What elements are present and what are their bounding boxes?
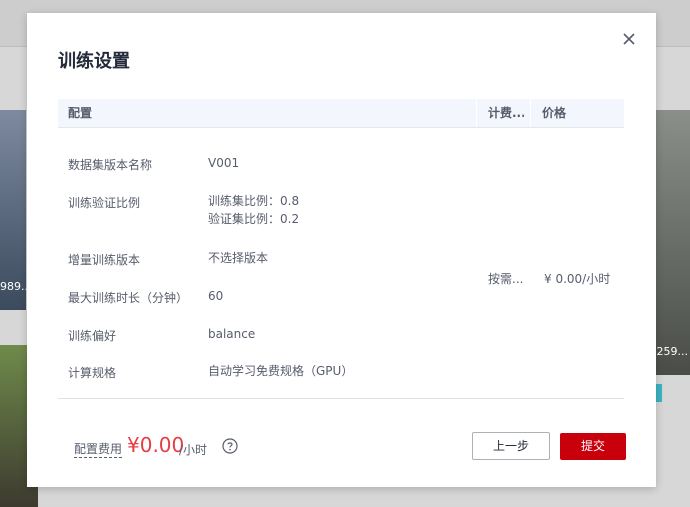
header-divider	[530, 99, 531, 127]
row-value-incremental-version: 不选择版本	[208, 251, 269, 265]
row-label-incremental-version: 增量训练版本	[68, 253, 141, 267]
row-value-train-ratio: 训练集比例：0.8	[208, 194, 300, 208]
table-header: 配置 计费... 价格	[58, 99, 624, 128]
fee-amount: ¥0.00	[127, 433, 185, 457]
row-label-split-ratio: 训练验证比例	[68, 196, 141, 210]
price-value: ¥ 0.00/小时	[544, 272, 611, 286]
close-icon[interactable]	[620, 30, 638, 48]
previous-step-button[interactable]: 上一步	[472, 432, 550, 460]
background-image-right	[656, 110, 690, 375]
row-value-compute-spec: 自动学习免费规格（GPU）	[208, 364, 354, 378]
header-config: 配置	[68, 106, 93, 120]
row-label-dataset-version: 数据集版本名称	[68, 158, 153, 172]
header-price: 价格	[542, 106, 567, 120]
row-value-dataset-version: V001	[208, 156, 240, 170]
billing-mode: 按需...	[488, 272, 524, 286]
header-billing: 计费...	[488, 106, 524, 120]
row-label-compute-spec: 计算规格	[68, 366, 117, 380]
dialog-title: 训练设置	[58, 51, 130, 72]
fee-label[interactable]: 配置费用	[74, 441, 123, 458]
submit-button[interactable]: 提交	[560, 433, 626, 460]
row-value-max-duration: 60	[208, 289, 224, 303]
help-icon[interactable]	[222, 438, 238, 454]
fee-unit: /小时	[179, 443, 208, 457]
row-value-preference: balance	[208, 327, 256, 341]
config-table: 配置 计费... 价格 数据集版本名称 V001 训练验证比例 训练集比例：0.…	[58, 99, 624, 399]
footer-divider	[58, 398, 624, 399]
row-value-valid-ratio: 验证集比例：0.2	[208, 212, 300, 226]
row-label-max-duration: 最大训练时长（分钟）	[68, 291, 189, 305]
row-label-preference: 训练偏好	[68, 329, 117, 343]
training-settings-dialog: 训练设置 配置 计费... 价格 数据集版本名称 V001 训练验证比例 训练集…	[27, 13, 656, 487]
header-divider	[476, 99, 477, 127]
